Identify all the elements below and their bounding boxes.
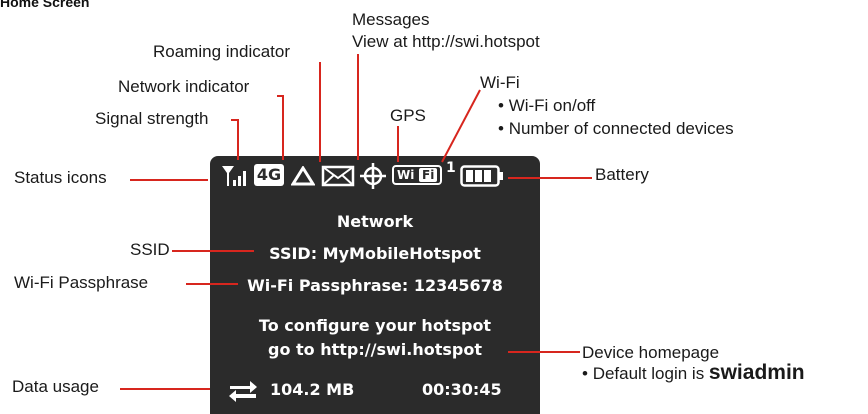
callout-leader-lines (120, 54, 592, 390)
network-leader (277, 95, 284, 160)
signal-leader (231, 119, 239, 160)
wifi-leader (441, 89, 481, 163)
